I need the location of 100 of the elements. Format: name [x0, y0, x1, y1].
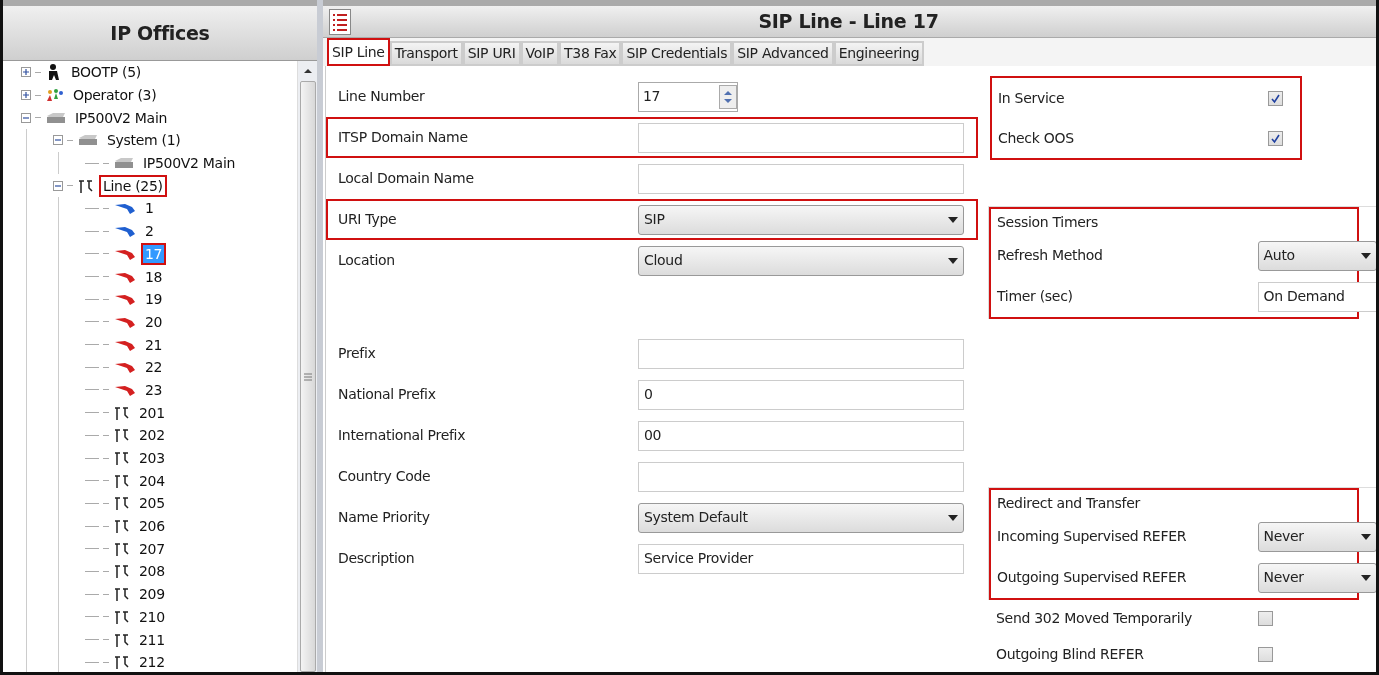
- line-icon: [113, 608, 131, 625]
- caret-icon: [948, 257, 958, 264]
- field-label: Local Domain Name: [338, 169, 475, 188]
- field-label: Description: [338, 549, 416, 568]
- text-field[interactable]: [638, 338, 964, 369]
- tree-item[interactable]: 22: [141, 356, 167, 379]
- checkbox[interactable]: [1258, 610, 1273, 626]
- tree-item[interactable]: 211: [135, 628, 169, 651]
- tree-item[interactable]: 201: [135, 401, 169, 424]
- dropdown[interactable]: Never: [1257, 562, 1376, 593]
- caret-icon: [1361, 252, 1371, 259]
- checkbox[interactable]: [1268, 130, 1283, 146]
- collapse-icon[interactable]: [53, 180, 63, 191]
- tree-item[interactable]: 19: [141, 288, 167, 311]
- field-label: Send 302 Moved Temporarily: [996, 608, 1193, 628]
- caret-icon: [948, 216, 958, 223]
- tab[interactable]: SIP Line: [327, 38, 390, 66]
- expand-icon[interactable]: [21, 67, 31, 78]
- caret-icon: [1361, 574, 1371, 581]
- line-icon: [113, 427, 131, 444]
- dropdown[interactable]: SIP: [638, 204, 964, 235]
- grip-icon: [303, 372, 312, 381]
- tree-item[interactable]: IP500V2 Main: [71, 106, 172, 129]
- checkbox[interactable]: [1268, 90, 1283, 106]
- tree-item[interactable]: 2: [141, 220, 158, 243]
- field-label: ITSP Domain Name: [338, 128, 469, 147]
- dropdown[interactable]: Cloud: [638, 245, 964, 276]
- line-icon: [113, 472, 131, 489]
- tab[interactable]: Transport: [389, 41, 463, 66]
- caret-icon: [948, 514, 958, 521]
- tree-item[interactable]: 212: [135, 651, 169, 672]
- tree-item[interactable]: 207: [135, 537, 169, 560]
- tree-item[interactable]: 203: [135, 447, 169, 470]
- tree-item[interactable]: 204: [135, 469, 169, 492]
- tree-item[interactable]: System (1): [103, 129, 185, 152]
- menu-icon[interactable]: [329, 8, 351, 35]
- panel-title: IP Offices: [3, 0, 317, 60]
- tree-item[interactable]: 202: [135, 424, 169, 447]
- text-field[interactable]: 0: [638, 379, 964, 410]
- field-label: International Prefix: [338, 426, 467, 445]
- line-icon: [113, 540, 131, 557]
- check-icon: [1270, 92, 1281, 104]
- tree-item[interactable]: 210: [135, 605, 169, 628]
- caret-icon: [1361, 533, 1371, 540]
- line-icon: [113, 495, 131, 512]
- tree-item[interactable]: 1: [141, 197, 158, 220]
- tree-item[interactable]: Line (25): [99, 174, 167, 197]
- checkbox[interactable]: [1258, 646, 1273, 662]
- collapse-icon[interactable]: [53, 135, 63, 146]
- text-field[interactable]: [638, 122, 964, 153]
- line-icon: [77, 177, 95, 194]
- field-label: Location: [338, 251, 396, 270]
- tree-item[interactable]: 23: [141, 378, 167, 401]
- spin-arrows-icon[interactable]: [719, 84, 737, 109]
- tab[interactable]: T38 Fax: [559, 41, 622, 66]
- tree-item[interactable]: 208: [135, 560, 169, 583]
- line-icon: [113, 654, 131, 671]
- field-label: Check OOS: [998, 128, 1075, 148]
- text-field[interactable]: 00: [638, 420, 964, 451]
- tab[interactable]: SIP Advanced: [732, 41, 834, 66]
- tree-item[interactable]: BOOTP (5): [67, 61, 145, 84]
- line-icon: [113, 518, 131, 535]
- field-label: Country Code: [338, 467, 432, 486]
- text-field[interactable]: On Demand: [1257, 281, 1376, 312]
- tree-item[interactable]: 209: [135, 583, 169, 606]
- field-label: In Service: [998, 88, 1066, 108]
- field-label: Refresh Method: [997, 246, 1104, 265]
- dropdown[interactable]: System Default: [638, 502, 964, 533]
- field-label: National Prefix: [338, 385, 437, 404]
- field-label: Name Priority: [338, 508, 431, 527]
- tree-item[interactable]: 21: [141, 333, 167, 356]
- field-label: URI Type: [338, 210, 398, 229]
- check-icon: [1270, 132, 1281, 144]
- line-icon: [113, 631, 131, 648]
- scrollbar[interactable]: [297, 61, 317, 672]
- line-icon: [113, 563, 131, 580]
- collapse-icon[interactable]: [21, 112, 31, 123]
- number-field[interactable]: 17: [638, 81, 738, 112]
- tree-item[interactable]: 206: [135, 515, 169, 538]
- people-icon: [45, 87, 65, 104]
- dropdown[interactable]: Auto: [1257, 240, 1376, 271]
- tab[interactable]: Engineering: [833, 41, 925, 66]
- dropdown[interactable]: Never: [1257, 521, 1376, 552]
- tree-item[interactable]: 20: [141, 310, 167, 333]
- text-field[interactable]: [638, 461, 964, 492]
- tree-item[interactable]: Operator (3): [69, 84, 161, 107]
- expand-icon[interactable]: [21, 90, 31, 101]
- field-label: Line Number: [338, 87, 426, 106]
- text-field[interactable]: Service Provider: [638, 543, 964, 574]
- tree-item[interactable]: 205: [135, 492, 169, 515]
- tab[interactable]: SIP Credentials: [621, 41, 733, 66]
- tree-item[interactable]: IP500V2 Main: [139, 152, 240, 175]
- router-icon: [113, 156, 135, 171]
- tab[interactable]: SIP URI: [462, 41, 521, 66]
- group-title: Redirect and Transfer: [997, 494, 1142, 513]
- line-icon: [113, 586, 131, 603]
- tree-item[interactable]: 18: [141, 265, 167, 288]
- router-icon: [77, 133, 99, 148]
- text-field[interactable]: [638, 163, 964, 194]
- tab[interactable]: VoIP: [520, 41, 560, 66]
